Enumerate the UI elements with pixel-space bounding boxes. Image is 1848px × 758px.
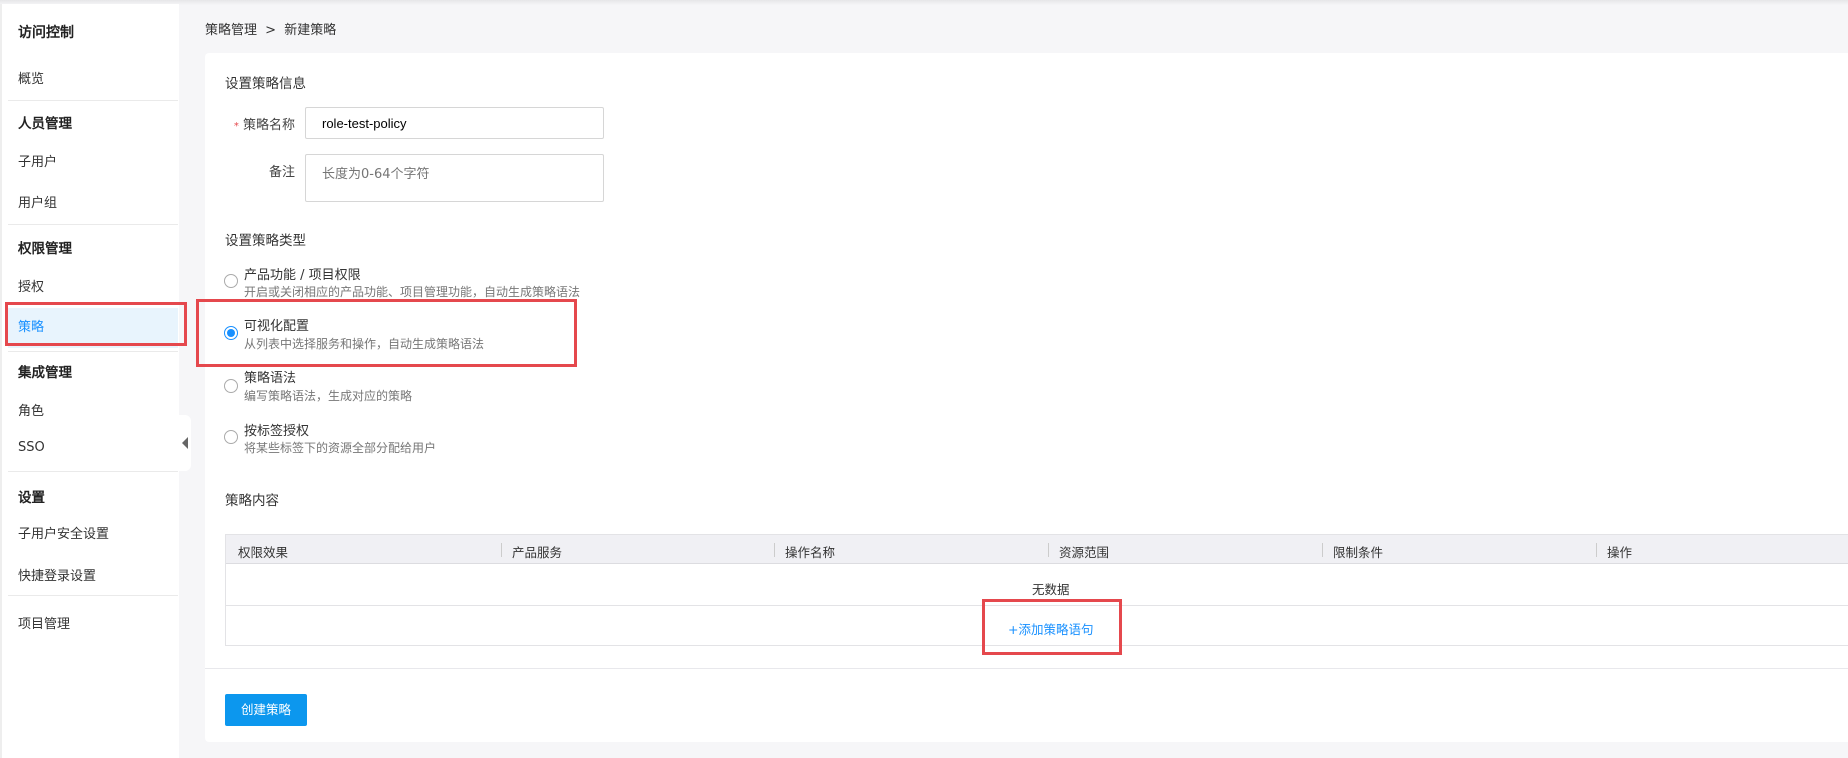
table-header: 权限效果 产品服务 操作名称 资源范围 限制条件 操作 [226,535,1848,564]
sidebar-item-usergroups[interactable]: 用户组 [18,192,57,211]
empty-state: 无数据 [1032,582,1070,597]
radio-button[interactable] [224,274,238,288]
option-desc: 开启或关闭相应的产品功能、项目管理功能，自动生成策略语法 [244,285,581,299]
column-header: 限制条件 [1333,545,1384,560]
sidebar-title: 访问控制 [18,25,74,41]
remark-label: 备注 [268,165,295,180]
option-title: 策略语法 [244,371,297,386]
sidebar-item-quick-login[interactable]: 快捷登录设置 [18,565,96,584]
option-desc: 编写策略语法，生成对应的策略 [244,389,413,403]
breadcrumb-current: 新建策略 [284,23,337,38]
sidebar: 访问控制 概览 人员管理 子用户 用户组 权限管理 授权 策略 集成管理 角色 … [0,4,179,758]
breadcrumb-separator: > [265,23,277,38]
sidebar-item-sso[interactable]: SSO [18,440,45,455]
option-title: 产品功能 / 项目权限 [244,268,361,283]
section-policy-content: 策略内容 [225,493,279,509]
sidebar-item-subuser-security[interactable]: 子用户安全设置 [18,523,109,542]
section-policy-type: 设置策略类型 [225,233,306,249]
sidebar-group-people: 人员管理 [18,116,72,132]
radio-button[interactable] [224,430,238,444]
column-header: 操作 [1607,545,1633,560]
sidebar-item-projects[interactable]: 项目管理 [18,613,70,632]
highlight-box-policy [5,302,187,346]
highlight-box-visual-config [196,299,577,367]
column-header: 操作名称 [785,545,836,560]
collapse-sidebar-handle[interactable] [179,415,191,471]
column-header: 产品服务 [512,545,563,560]
breadcrumb-parent[interactable]: 策略管理 [205,23,257,38]
sidebar-group-permissions: 权限管理 [18,241,72,257]
create-policy-button[interactable]: 创建策略 [225,694,307,726]
sidebar-item-overview[interactable]: 概览 [18,68,44,87]
option-desc: 将某些标签下的资源全部分配给用户 [244,441,437,455]
section-policy-info: 设置策略信息 [225,76,306,92]
top-shadow [0,0,1848,5]
sidebar-item-authorize[interactable]: 授权 [18,276,44,295]
highlight-box-add-statement [982,599,1122,655]
policy-name-input[interactable] [305,107,604,139]
option-title: 按标签授权 [244,424,310,439]
remark-input[interactable] [305,154,604,202]
sidebar-item-subusers[interactable]: 子用户 [18,151,57,170]
sidebar-group-settings: 设置 [18,490,45,506]
column-header: 权限效果 [238,545,289,560]
policy-name-label: * 策略名称 [233,118,295,133]
sidebar-item-roles[interactable]: 角色 [18,400,44,419]
radio-button[interactable] [224,379,238,393]
breadcrumb: 策略管理 > 新建策略 [205,19,336,38]
sidebar-group-integration: 集成管理 [18,365,72,381]
column-header: 资源范围 [1059,545,1110,560]
divider [205,668,1848,669]
